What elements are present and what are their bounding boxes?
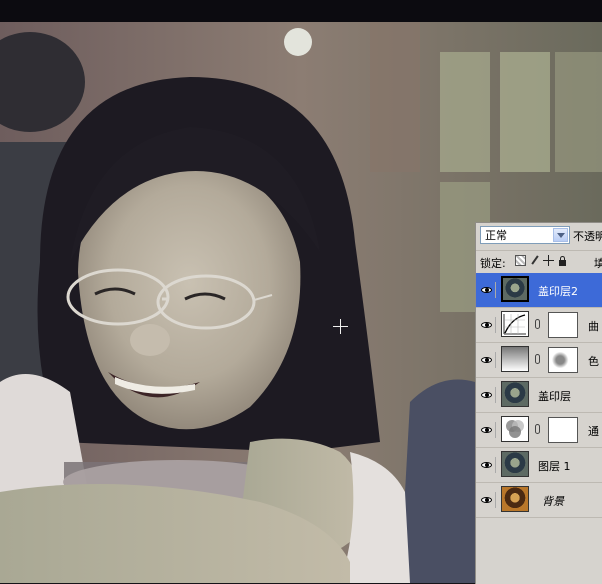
layer-thumbnail [501, 486, 529, 512]
layer-mask-thumbnail[interactable] [548, 312, 578, 338]
opacity-label: 不透明 [573, 230, 602, 243]
lock-icons [515, 255, 568, 266]
layers-list: 盖印层2 曲 色 盖印层 通 图层 1 背景 [476, 273, 602, 518]
chevron-down-icon[interactable] [553, 228, 568, 242]
link-icon[interactable] [535, 319, 540, 329]
layer-row[interactable]: 图层 1 [476, 448, 602, 483]
layer-row[interactable]: 色 [476, 343, 602, 378]
link-icon[interactable] [535, 424, 540, 434]
lock-image-icon[interactable] [529, 255, 540, 266]
gradient-adjustment-icon [501, 346, 529, 372]
link-icon[interactable] [535, 354, 540, 364]
layer-row[interactable]: 通 [476, 413, 602, 448]
lock-label: 锁定: [480, 257, 506, 270]
blend-mode-select[interactable]: 正常 [480, 226, 570, 244]
layer-thumbnail [501, 451, 529, 477]
layer-name: 曲 [588, 320, 599, 333]
layer-row[interactable]: 盖印层2 [476, 273, 602, 308]
layer-thumbnail [501, 381, 529, 407]
layer-name: 盖印层2 [538, 285, 578, 298]
layers-panel: 正常 不透明 锁定: 填 盖印层2 曲 色 盖印层 通 图层 1 背景 [475, 222, 602, 584]
blend-mode-value: 正常 [485, 229, 507, 242]
blend-mode-row: 正常 不透明 [476, 223, 602, 249]
eye-icon[interactable] [479, 422, 496, 438]
layer-mask-thumbnail[interactable] [548, 417, 578, 443]
eye-icon[interactable] [479, 282, 496, 298]
eye-icon[interactable] [479, 492, 496, 508]
layer-name: 色 [588, 355, 599, 368]
lock-row: 锁定: 填 [476, 250, 602, 273]
fill-label: 填 [594, 257, 602, 270]
layer-row[interactable]: 背景 [476, 483, 602, 518]
layer-row[interactable]: 曲 [476, 308, 602, 343]
layer-name: 图层 1 [538, 460, 571, 473]
layer-name: 背景 [542, 495, 564, 508]
channel-mixer-adjustment-icon [501, 416, 529, 442]
eye-icon[interactable] [479, 352, 496, 368]
layer-mask-thumbnail[interactable] [548, 347, 578, 373]
lock-all-icon[interactable] [557, 255, 568, 266]
document-top-bar [0, 0, 602, 22]
layer-thumbnail [501, 276, 529, 302]
eye-icon[interactable] [479, 387, 496, 403]
lock-position-icon[interactable] [543, 255, 554, 266]
layer-row[interactable]: 盖印层 [476, 378, 602, 413]
crosshair-cursor [333, 319, 348, 334]
layer-name: 通 [588, 425, 599, 438]
eye-icon[interactable] [479, 457, 496, 473]
eye-icon[interactable] [479, 317, 496, 333]
lock-transparent-icon[interactable] [515, 255, 526, 266]
curves-adjustment-icon [501, 311, 529, 337]
layer-name: 盖印层 [538, 390, 571, 403]
